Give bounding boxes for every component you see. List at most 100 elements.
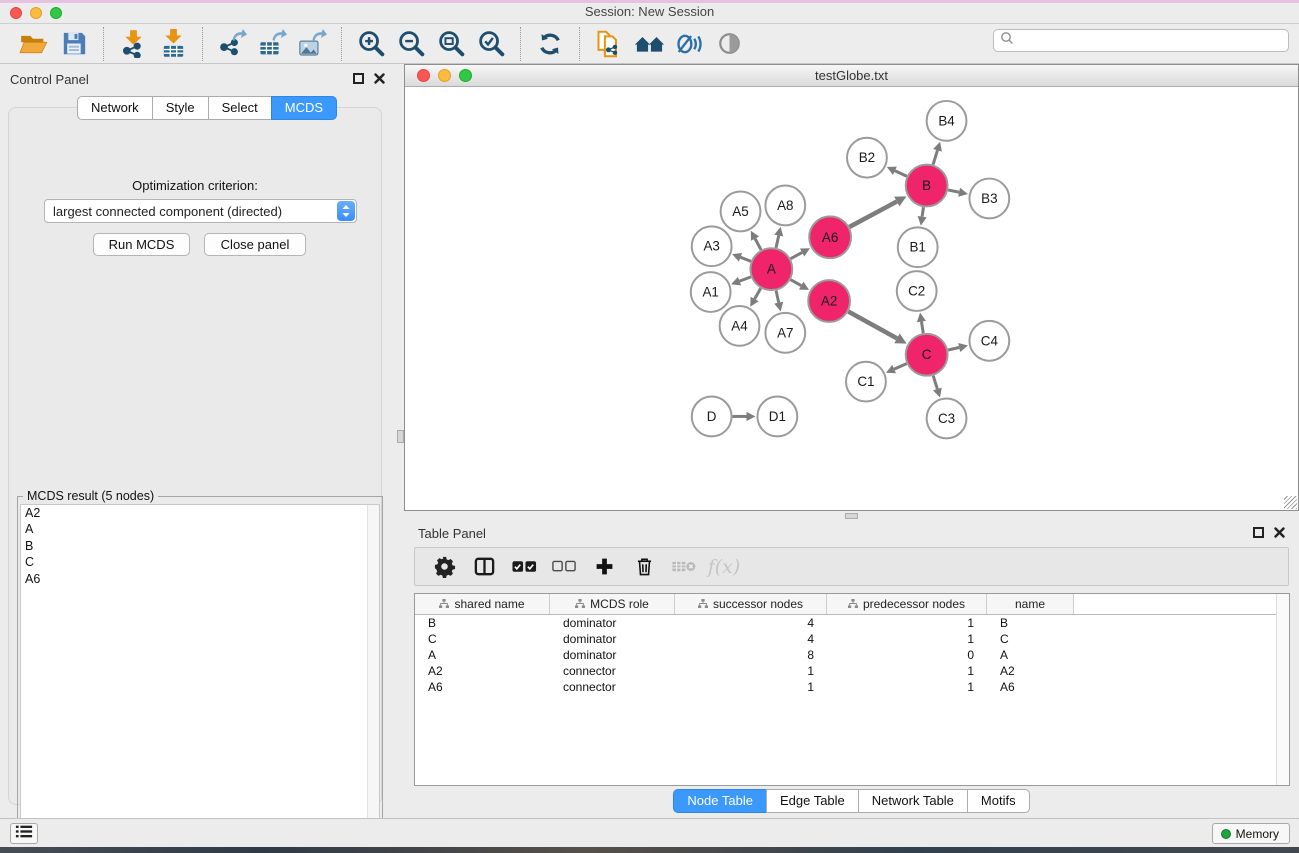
table-cell[interactable]: 8 xyxy=(675,648,827,662)
export-network-icon[interactable] xyxy=(212,28,252,60)
select-all-icon[interactable] xyxy=(511,554,537,580)
edge-A-A4[interactable] xyxy=(755,288,761,299)
eye-icon[interactable] xyxy=(709,28,749,60)
tab-network[interactable]: Network xyxy=(77,96,153,120)
result-list-item[interactable]: C xyxy=(21,554,379,570)
column-header-name[interactable]: name xyxy=(987,594,1074,614)
table-cell[interactable]: 1 xyxy=(827,664,987,678)
splitter-grip[interactable] xyxy=(397,430,404,443)
table-row[interactable]: Bdominator41B xyxy=(415,615,1289,631)
table-cell[interactable]: A2 xyxy=(415,664,550,678)
table-row[interactable]: A2connector11A2 xyxy=(415,663,1289,679)
deselect-all-icon[interactable] xyxy=(551,554,577,580)
edge-C-C3[interactable] xyxy=(933,376,937,389)
edge-A-A5[interactable] xyxy=(755,239,761,250)
export-image-icon[interactable] xyxy=(292,28,332,60)
refresh-icon[interactable] xyxy=(530,28,570,60)
tab-style[interactable]: Style xyxy=(152,96,209,120)
edge-A-A1[interactable] xyxy=(740,277,751,281)
close-panel-button[interactable]: Close panel xyxy=(204,233,306,256)
tab-motifs[interactable]: Motifs xyxy=(967,789,1030,813)
edge-B-B1[interactable] xyxy=(922,207,923,217)
horizontal-splitter[interactable] xyxy=(404,511,1299,521)
tab-edge-table[interactable]: Edge Table xyxy=(766,789,859,813)
zoom-in-icon[interactable] xyxy=(351,28,391,60)
search-input[interactable] xyxy=(1014,34,1264,48)
result-list-item[interactable]: A2 xyxy=(21,505,379,521)
table-row[interactable]: A6connector11A6 xyxy=(415,679,1289,695)
column-header-predecessor-nodes[interactable]: predecessor nodes xyxy=(827,594,987,614)
vertical-splitter[interactable] xyxy=(397,64,404,818)
table-cell[interactable]: dominator xyxy=(550,632,675,646)
edge-A-A3[interactable] xyxy=(740,257,750,261)
edge-B-B3[interactable] xyxy=(948,190,959,192)
network-window-titlebar[interactable]: testGlobe.txt xyxy=(405,65,1298,87)
close-panel-icon[interactable] xyxy=(1274,527,1285,538)
column-header-MCDS-role[interactable]: MCDS role xyxy=(550,594,675,614)
result-list-item[interactable]: A6 xyxy=(21,571,379,587)
edge-B-B2[interactable] xyxy=(895,171,907,177)
table-scrollbar[interactable] xyxy=(1276,594,1289,785)
table-cell[interactable]: connector xyxy=(550,664,675,678)
table-cell[interactable]: B xyxy=(415,616,550,630)
table-cell[interactable]: A2 xyxy=(987,664,1074,678)
table-cell[interactable]: C xyxy=(415,632,550,646)
tab-mcds[interactable]: MCDS xyxy=(271,96,337,120)
table-cell[interactable]: dominator xyxy=(550,616,675,630)
result-list-item[interactable]: A xyxy=(21,521,379,537)
node-table[interactable]: shared nameMCDS rolesuccessor nodesprede… xyxy=(414,593,1290,786)
tab-network-table[interactable]: Network Table xyxy=(858,789,968,813)
float-panel-icon[interactable] xyxy=(1253,527,1264,538)
export-table-icon[interactable] xyxy=(252,28,292,60)
mcds-result-list[interactable]: A2ABCA6 xyxy=(20,504,380,836)
column-header-successor-nodes[interactable]: successor nodes xyxy=(675,594,827,614)
zoom-out-icon[interactable] xyxy=(391,28,431,60)
criterion-select[interactable]: largest connected component (directed) xyxy=(44,199,357,223)
edge-C-C4[interactable] xyxy=(948,347,959,349)
tab-node-table[interactable]: Node Table xyxy=(673,789,767,813)
table-cell[interactable]: 1 xyxy=(827,680,987,694)
import-table-icon[interactable] xyxy=(153,28,193,60)
edge-C-C2[interactable] xyxy=(921,322,923,334)
split-view-icon[interactable] xyxy=(471,554,497,580)
memory-button[interactable]: Memory xyxy=(1212,823,1290,844)
edge-A6-B[interactable] xyxy=(849,202,896,227)
network-file-icon[interactable] xyxy=(589,28,629,60)
add-column-icon[interactable] xyxy=(591,554,617,580)
table-row[interactable]: Adominator80A xyxy=(415,647,1289,663)
edge-A-A8[interactable] xyxy=(776,236,779,248)
table-cell[interactable]: A xyxy=(415,648,550,662)
table-cell[interactable]: A xyxy=(987,648,1074,662)
table-cell[interactable]: A6 xyxy=(987,680,1074,694)
table-cell[interactable]: dominator xyxy=(550,648,675,662)
float-panel-icon[interactable] xyxy=(353,73,364,84)
table-cell[interactable]: 0 xyxy=(827,648,987,662)
network-graph[interactable]: B4B2BB3A8A5A6A3B1AA1C2A2A4A7C4CC1C3DD1 xyxy=(405,87,1298,510)
table-cell[interactable]: connector xyxy=(550,680,675,694)
table-cell[interactable]: B xyxy=(987,616,1074,630)
zoom-fit-icon[interactable] xyxy=(431,28,471,60)
edge-A-A6[interactable] xyxy=(791,252,802,258)
result-list-item[interactable]: B xyxy=(21,538,379,554)
result-list-scrollbar[interactable] xyxy=(367,505,379,835)
network-canvas[interactable]: B4B2BB3A8A5A6A3B1AA1C2A2A4A7C4CC1C3DD1 xyxy=(405,87,1298,510)
close-panel-icon[interactable] xyxy=(374,73,385,84)
edge-B-B4[interactable] xyxy=(933,150,937,164)
table-cell[interactable]: 1 xyxy=(675,664,827,678)
search-field[interactable] xyxy=(993,29,1289,52)
settings-icon[interactable] xyxy=(431,554,457,580)
run-mcds-button[interactable]: Run MCDS xyxy=(93,233,190,256)
task-history-button[interactable] xyxy=(10,823,38,844)
edge-C-C1[interactable] xyxy=(894,364,906,370)
edge-A-A2[interactable] xyxy=(791,280,802,286)
save-session-icon[interactable] xyxy=(54,28,94,60)
splitter-grip[interactable] xyxy=(845,513,858,519)
table-cell[interactable]: 1 xyxy=(827,616,987,630)
open-file-icon[interactable] xyxy=(14,28,54,60)
hide-details-icon[interactable] xyxy=(669,28,709,60)
zoom-selected-icon[interactable] xyxy=(471,28,511,60)
delete-column-icon[interactable] xyxy=(631,554,657,580)
window-resize-grip[interactable] xyxy=(1284,496,1297,509)
edge-A2-C[interactable] xyxy=(848,312,897,339)
tab-select[interactable]: Select xyxy=(208,96,272,120)
